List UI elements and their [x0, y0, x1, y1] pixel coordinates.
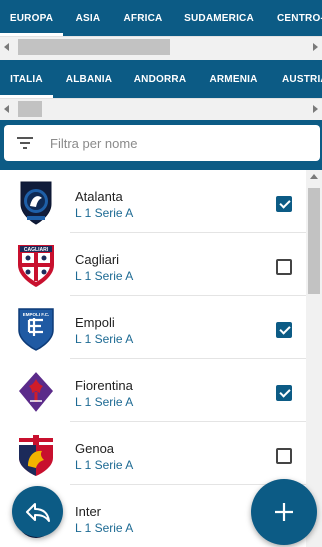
- filter-input[interactable]: [50, 135, 290, 151]
- team-league: L 1 Serie A: [75, 395, 134, 409]
- tab-sudamerica[interactable]: SUDAMERICA: [173, 0, 265, 36]
- scroll-right-arrow-icon[interactable]: [313, 43, 318, 51]
- team-name: Fiorentina: [75, 378, 133, 393]
- reply-arrow-icon: [25, 502, 50, 522]
- filter-box[interactable]: [4, 125, 320, 161]
- cagliari-crest-icon: CAGLIARI: [18, 245, 54, 287]
- scroll-right-arrow-icon[interactable]: [313, 105, 318, 113]
- list-item[interactable]: CAGLIARI Cagliari L 1 Serie A: [0, 233, 306, 296]
- genoa-crest-icon: [19, 435, 53, 476]
- team-checkbox[interactable]: [276, 448, 292, 464]
- scroll-up-arrow-icon[interactable]: [310, 174, 318, 179]
- team-league: L 1 Serie A: [75, 458, 134, 472]
- atalanta-crest-icon: [20, 181, 52, 225]
- fiorentina-crest-icon: [17, 369, 55, 415]
- list-item[interactable]: Fiorentina L 1 Serie A: [0, 359, 306, 422]
- team-name: Atalanta: [75, 189, 123, 204]
- continent-tab-bar: EUROPA ASIA AFRICA SUDAMERICA CENTRO-NOR…: [0, 0, 322, 36]
- tab-asia[interactable]: ASIA: [63, 0, 113, 36]
- team-checkbox[interactable]: [276, 259, 292, 275]
- tab-armenia[interactable]: ARMENIA: [195, 60, 272, 98]
- list-item[interactable]: EMPOLI F.C. Empoli L 1 Serie A: [0, 296, 306, 359]
- team-checkbox[interactable]: [276, 322, 292, 338]
- plus-icon: [275, 503, 293, 521]
- team-name: Inter: [75, 504, 102, 519]
- list-item[interactable]: Atalanta L 1 Serie A: [0, 170, 306, 233]
- filter-bar: [0, 120, 322, 170]
- continent-tabs-scrollbar[interactable]: [0, 36, 322, 60]
- scroll-left-arrow-icon[interactable]: [4, 105, 9, 113]
- scrollbar-thumb[interactable]: [18, 101, 42, 117]
- app-root: EUROPA ASIA AFRICA SUDAMERICA CENTRO-NOR…: [0, 0, 322, 547]
- team-league: L 1 Serie A: [75, 332, 134, 346]
- empoli-crest-icon: EMPOLI F.C.: [18, 308, 54, 351]
- country-tab-bar: ITALIA ALBANIA ANDORRA ARMENIA AUSTRIA: [0, 60, 322, 98]
- team-checkbox[interactable]: [276, 385, 292, 401]
- back-fab-button[interactable]: [12, 486, 63, 537]
- team-name: Genoa: [75, 441, 115, 456]
- scroll-left-arrow-icon[interactable]: [4, 43, 9, 51]
- tab-centro-nord-america[interactable]: CENTRO-NORD AMERICA: [265, 0, 322, 36]
- scrollbar-thumb[interactable]: [18, 39, 170, 55]
- team-league: L 1 Serie A: [75, 206, 134, 220]
- team-league: L 1 Serie A: [75, 269, 134, 283]
- team-checkbox[interactable]: [276, 196, 292, 212]
- tab-austria[interactable]: AUSTRIA: [272, 60, 322, 98]
- country-tabs-scrollbar[interactable]: [0, 98, 322, 120]
- tab-europa[interactable]: EUROPA: [0, 0, 63, 36]
- list-item[interactable]: Genoa L 1 Serie A: [0, 422, 306, 485]
- add-fab-button[interactable]: [251, 479, 317, 545]
- team-name: Empoli: [75, 315, 115, 330]
- tab-africa[interactable]: AFRICA: [113, 0, 173, 36]
- tab-italia[interactable]: ITALIA: [0, 60, 53, 98]
- svg-text:EMPOLI F.C.: EMPOLI F.C.: [23, 312, 50, 317]
- tab-albania[interactable]: ALBANIA: [53, 60, 125, 98]
- svg-text:CAGLIARI: CAGLIARI: [24, 247, 49, 253]
- tab-andorra[interactable]: ANDORRA: [125, 60, 195, 98]
- scrollbar-thumb[interactable]: [308, 188, 320, 294]
- filter-icon: [17, 137, 33, 149]
- team-league: L 1 Serie A: [75, 521, 134, 535]
- team-name: Cagliari: [75, 252, 120, 267]
